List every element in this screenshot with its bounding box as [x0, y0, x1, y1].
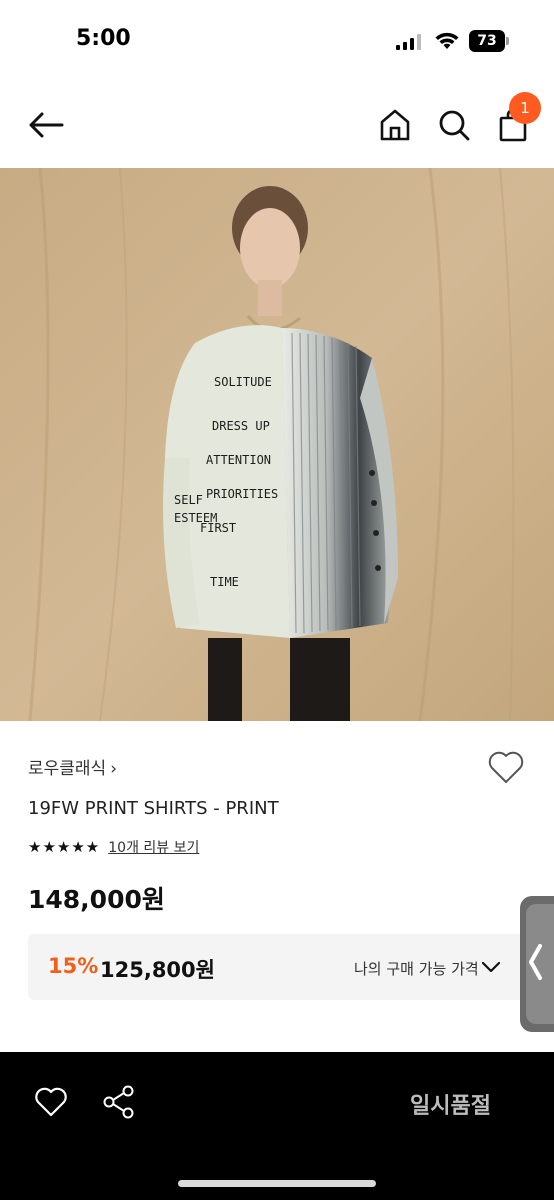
svg-text:FIRST: FIRST — [200, 521, 236, 535]
rating-stars: ★★★★★ — [28, 838, 101, 856]
bottom-action-bar: 일시품절 — [0, 1052, 554, 1200]
battery-level: 73 — [477, 33, 497, 49]
svg-text:SELF: SELF — [174, 493, 203, 507]
discount-price-box[interactable]: 15% 125,800원 나의 구매 가능 가격 — [28, 934, 526, 1000]
status-time: 5:00 — [76, 26, 131, 51]
home-icon[interactable] — [377, 106, 413, 144]
product-image[interactable]: SOLITUDE DRESS UP ATTENTION PRIORITIES S… — [0, 168, 554, 721]
wifi-icon — [435, 32, 459, 49]
discount-rate: 15% — [48, 954, 99, 978]
side-panel-tab[interactable] — [520, 896, 554, 1032]
heart-icon[interactable] — [486, 748, 526, 786]
chevron-right-icon: › — [110, 759, 118, 779]
svg-text:SOLITUDE: SOLITUDE — [214, 375, 272, 389]
signal-icon — [396, 34, 421, 50]
chevron-left-icon — [529, 944, 542, 980]
discount-price: 125,800원 — [100, 958, 215, 982]
top-navigation — [0, 80, 554, 168]
my-price-label: 나의 구매 가능 가격 — [354, 960, 479, 978]
svg-text:TIME: TIME — [210, 575, 239, 589]
status-bar: 5:00 73 — [0, 0, 554, 80]
sold-out-button[interactable]: 일시품절 — [410, 1088, 491, 1120]
svg-text:PRIORITIES: PRIORITIES — [206, 487, 278, 501]
heart-icon[interactable] — [34, 1086, 68, 1118]
review-link[interactable]: 10개 리뷰 보기 — [108, 837, 199, 857]
svg-text:DRESS UP: DRESS UP — [212, 419, 270, 433]
search-icon[interactable] — [436, 106, 472, 144]
rating-row: ★★★★★ 10개 리뷰 보기 — [28, 836, 199, 858]
brand-name: 로우클래식 — [28, 759, 107, 779]
home-indicator — [178, 1180, 376, 1187]
svg-text:ATTENTION: ATTENTION — [206, 453, 271, 467]
brand-link[interactable]: 로우클래식 › — [28, 754, 117, 779]
chevron-down-icon[interactable] — [480, 958, 502, 976]
cart-count-badge: 1 — [509, 92, 541, 124]
product-name: 19FW PRINT SHIRTS - PRINT — [28, 798, 279, 819]
share-icon[interactable] — [101, 1084, 137, 1120]
product-photo: SOLITUDE DRESS UP ATTENTION PRIORITIES S… — [0, 168, 554, 721]
product-price: 148,000원 — [28, 885, 165, 914]
back-arrow-icon[interactable] — [26, 108, 66, 142]
battery-icon: 73 — [469, 30, 509, 52]
